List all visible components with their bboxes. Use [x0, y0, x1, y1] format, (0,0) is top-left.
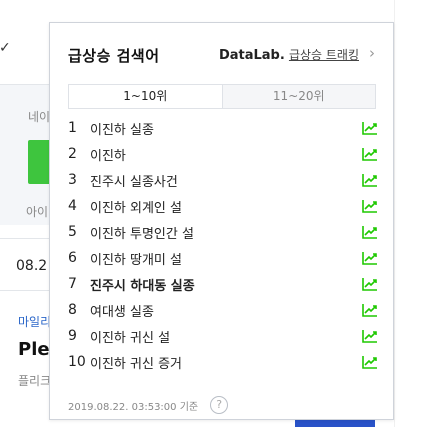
keyword-item[interactable]: 5 이진하 투명인간 설 [68, 219, 378, 245]
background-banner [295, 420, 375, 427]
keyword-rank: 10 [68, 354, 86, 370]
keyword-text[interactable]: 여대생 실종 [90, 301, 154, 320]
trend-chart-icon[interactable] [362, 251, 378, 265]
realtime-search-popup: 급상승 검색어 DataLab. 급상승 트래킹 › 1~10위 11~20위 … [49, 22, 394, 420]
popup-footer: 2019.08.22. 03:53:00 기준 ? [68, 396, 229, 414]
trend-chart-icon[interactable] [362, 147, 378, 161]
trend-chart-icon[interactable] [362, 355, 378, 369]
trend-tracking-link[interactable]: 급상승 트래킹 [289, 48, 359, 62]
trend-chart-icon[interactable] [362, 121, 378, 135]
update-timestamp: 2019.08.22. 03:53:00 기준 [68, 401, 199, 413]
trend-chart-icon[interactable] [362, 329, 378, 343]
background-label: 네이 [28, 110, 51, 124]
keyword-text[interactable]: 이진하 투명인간 설 [90, 223, 194, 242]
keyword-item[interactable]: 9 이진하 귀신 설 [68, 323, 378, 349]
keyword-item[interactable]: 1 이진하 실종 [68, 115, 378, 141]
datalab-brand: DataLab. [218, 48, 285, 63]
keyword-item[interactable]: 8 여대생 실종 [68, 297, 378, 323]
keyword-rank: 9 [68, 328, 77, 344]
keyword-text[interactable]: 진주시 실종사건 [90, 171, 178, 190]
keyword-item[interactable]: 2 이진하 [68, 141, 378, 167]
keyword-text[interactable]: 이진하 귀신 증거 [90, 353, 182, 372]
divider [394, 0, 395, 427]
datalab-link[interactable]: DataLab. 급상승 트래킹 [219, 46, 359, 63]
keyword-item[interactable]: 4 이진하 외계인 설 [68, 193, 378, 219]
chevron-right-icon[interactable]: › [369, 44, 375, 62]
keyword-list: 1 이진하 실종 2 이진하 3 진주시 실종사건 4 이진하 외계인 설 5 … [68, 115, 378, 375]
keyword-text[interactable]: 이진하 땅개미 설 [90, 249, 182, 268]
trend-chart-icon[interactable] [362, 173, 378, 187]
keyword-item[interactable]: 10 이진하 귀신 증거 [68, 349, 378, 375]
tab-rank-11-20[interactable]: 11~20위 [221, 85, 375, 108]
trend-chart-icon[interactable] [362, 277, 378, 291]
keyword-rank: 2 [68, 146, 77, 162]
trend-chart-icon[interactable] [362, 225, 378, 239]
background-label-2: 아이 [26, 205, 49, 219]
keyword-rank: 5 [68, 224, 77, 240]
background-date: 08.2 [16, 258, 48, 274]
keyword-text[interactable]: 이진하 외계인 설 [90, 197, 182, 216]
help-icon[interactable]: ? [210, 396, 229, 414]
background-link[interactable]: 마일리 [18, 313, 51, 330]
keyword-item[interactable]: 7 진주시 하대동 실종 [68, 271, 378, 297]
popup-title: 급상승 검색어 [68, 47, 160, 65]
popup-header: 급상승 검색어 DataLab. 급상승 트래킹 › [68, 44, 379, 65]
keyword-rank: 3 [68, 172, 77, 188]
trend-chart-icon[interactable] [362, 303, 378, 317]
keyword-rank: 6 [68, 250, 77, 266]
keyword-text[interactable]: 이진하 귀신 설 [90, 327, 170, 346]
keyword-text[interactable]: 진주시 하대동 실종 [90, 275, 195, 294]
keyword-rank: 1 [68, 120, 77, 136]
keyword-text[interactable]: 이진하 [90, 145, 126, 164]
keyword-text[interactable]: 이진하 실종 [90, 119, 154, 138]
keyword-rank: 8 [68, 302, 77, 318]
rank-tabs: 1~10위 11~20위 [68, 84, 376, 109]
trend-chart-icon[interactable] [362, 199, 378, 213]
tab-rank-1-10[interactable]: 1~10위 [69, 85, 222, 108]
background-subtitle: 플리크 [18, 374, 52, 388]
keyword-item[interactable]: 3 진주시 실종사건 [68, 167, 378, 193]
keyword-rank: 4 [68, 198, 77, 214]
keyword-item[interactable]: 6 이진하 땅개미 설 [68, 245, 378, 271]
keyword-rank: 7 [68, 276, 77, 292]
check-icon: ✓ [0, 40, 11, 56]
